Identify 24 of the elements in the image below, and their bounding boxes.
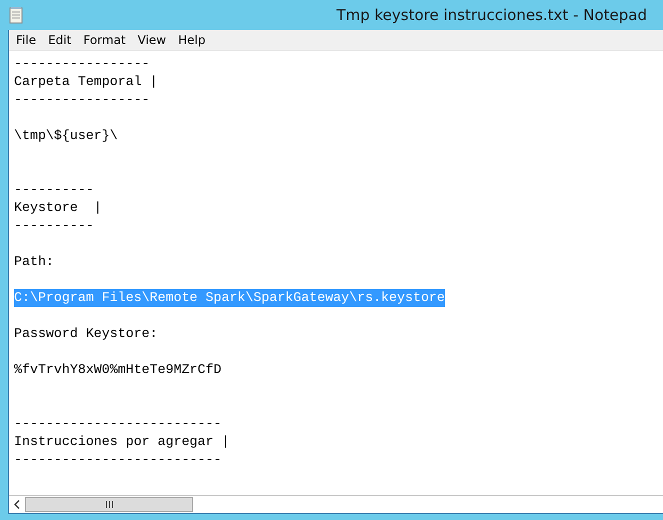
text-line: Keystore | xyxy=(14,199,102,217)
horizontal-scrollbar[interactable] xyxy=(9,495,663,513)
window-title: Tmp keystore instrucciones.txt - Notepad xyxy=(335,6,647,24)
text-line: Path: xyxy=(14,253,54,271)
text-line: -------------------------- xyxy=(14,415,222,433)
notepad-icon xyxy=(8,6,24,24)
text-line: ---------- xyxy=(14,181,94,199)
text-line: ----------------- xyxy=(14,91,150,109)
grip-icon xyxy=(106,501,112,508)
menu-item[interactable]: Help xyxy=(172,33,212,47)
text-line: Password Keystore: xyxy=(14,325,158,343)
text-line: Instrucciones por agregar | xyxy=(14,433,230,451)
menu-item[interactable]: File xyxy=(10,33,42,47)
menu-item[interactable]: Format xyxy=(77,33,132,47)
text-line: -------------------------- xyxy=(14,451,222,469)
scrollbar-thumb[interactable] xyxy=(25,497,193,512)
menu-item[interactable]: View xyxy=(132,33,172,47)
text-line: ---------- xyxy=(14,217,94,235)
text-line: Carpeta Temporal | xyxy=(14,73,158,91)
menu-item[interactable]: Edit xyxy=(42,33,78,47)
text-line: \tmp\${user}\ xyxy=(14,127,118,145)
text-line: %fvTrvhY8xW0%mHteTe9MZrCfD xyxy=(14,361,222,379)
text-line: ----------------- xyxy=(14,55,150,73)
chevron-left-icon xyxy=(14,500,20,509)
